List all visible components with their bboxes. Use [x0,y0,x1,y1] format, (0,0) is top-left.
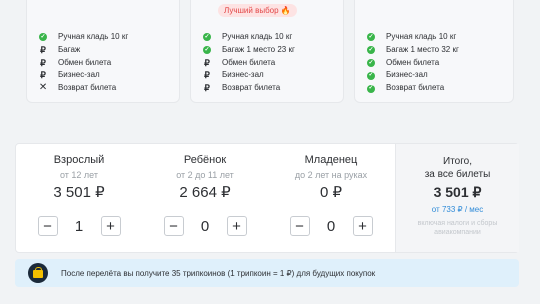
passenger-price: 0 ₽ [319,184,343,201]
passenger-count: 0 [326,217,336,235]
fare-card-optimal[interactable]: Лучший выбор 🔥 ✓ Ручная кладь 10 кг ✓ Бага… [190,0,344,103]
ruble-icon: ₽ [40,70,46,81]
fare-feature: ✓ Ручная кладь 10 кг [39,32,129,42]
fare-feature: ✓ Багаж 1 место 23 кг [203,44,295,55]
ruble-icon: ₽ [204,57,210,68]
fare-feature: ✓ Багаж 1 место 32 кг [367,44,459,55]
passenger-count: 1 [74,217,84,235]
fare-feature: ✓ Возврат билета [367,83,445,93]
infant-column: Младенец до 2 лет на руках 0 ₽ − 0 + [268,144,394,252]
increment-button[interactable]: + [352,216,373,236]
passenger-age-range: до 2 лет на руках [294,170,368,180]
decrement-button[interactable]: − [289,216,310,236]
total-summary: Итого, за все билеты 3 501 ₽ от 733 ₽ / … [395,144,519,252]
best-choice-badge: Лучший выбор 🔥 [218,4,297,17]
fare-feature: ✓ Обмен билета [367,57,440,67]
fare-feature: ₽ Обмен билета [40,57,112,68]
infant-stepper: − 0 + [268,216,394,236]
fare-feature: ₽ Бизнес-зал [204,70,264,81]
check-icon: ✓ [367,84,375,93]
check-icon: ✓ [203,46,211,55]
check-icon: ✓ [367,46,375,55]
fare-feature-list: ✓ Ручная кладь 10 кг ₽ Багаж ₽ Обмен билета… [39,31,128,95]
check-icon: ✓ [367,58,375,67]
ruble-icon: ₽ [40,44,46,55]
fare-feature: ₽ Возврат билета [204,83,281,94]
fare-feature: ₽ Обмен билета [204,57,276,68]
check-icon: ✓ [367,71,375,80]
increment-button[interactable]: + [226,216,247,236]
child-stepper: − 0 + [142,216,268,236]
fare-card-flex[interactable]: ✓ Ручная кладь 10 кг ✓ Багаж 1 место 32 кг… [354,0,514,103]
adult-column: Взрослый от 12 лет 3 501 ₽ − 1 + [16,144,142,252]
fare-feature: ✓ Ручная кладь 10 кг [203,32,293,42]
child-column: Ребёнок от 2 до 11 лет 2 664 ₽ − 0 + [142,144,268,252]
passenger-price: 3 501 ₽ [53,184,105,201]
passenger-type-title: Взрослый [53,154,105,166]
total-label-sub: за все билеты [424,169,491,180]
decrement-button[interactable]: − [163,216,184,236]
passenger-age-range: от 12 лет [59,170,99,180]
fare-feature: ✓ Ручная кладь 10 кг [367,32,457,42]
total-amount: 3 501 ₽ [433,184,482,200]
ruble-icon: ₽ [204,83,210,94]
fare-feature-list: ✓ Ручная кладь 10 кг ✓ Багаж 1 место 23 кг… [203,31,295,95]
fare-feature: ✕ Возврат билета [38,82,117,94]
tripcoins-banner: После перелёта вы получите 35 трипкоинов… [15,259,519,287]
fare-feature: ₽ Багаж [40,44,81,55]
ruble-icon: ₽ [40,57,46,68]
check-icon: ✓ [39,33,47,42]
fare-feature: ₽ Бизнес-зал [40,70,100,81]
check-icon: ✓ [203,33,211,42]
passenger-price: 2 664 ₽ [179,184,231,201]
wallet-icon [28,263,48,283]
cross-icon: ✕ [38,82,48,94]
monthly-payment-link[interactable]: от 733 ₽ / мес [396,205,519,214]
adult-stepper: − 1 + [16,216,142,236]
taxes-note: включая налоги и сборы авиакомпании [417,220,498,236]
fare-card-basic[interactable]: ✓ Ручная кладь 10 кг ₽ Багаж ₽ Обмен билета… [26,0,180,103]
passenger-age-range: от 2 до 11 лет [176,170,234,180]
passenger-type-title: Ребёнок [183,154,227,166]
passenger-selector: Взрослый от 12 лет 3 501 ₽ − 1 + Ребёнок… [15,143,519,253]
fare-feature: ✓ Бизнес-зал [367,70,428,80]
increment-button[interactable]: + [100,216,121,236]
check-icon: ✓ [367,33,375,42]
decrement-button[interactable]: − [37,216,58,236]
passenger-type-title: Младенец [304,154,358,166]
fare-feature-list: ✓ Ручная кладь 10 кг ✓ Багаж 1 место 32 кг… [367,31,459,95]
tripcoins-text: После перелёта вы получите 35 трипкоинов… [61,268,376,278]
total-label: Итого, [443,156,472,167]
ruble-icon: ₽ [204,70,210,81]
passenger-count: 0 [200,217,210,235]
